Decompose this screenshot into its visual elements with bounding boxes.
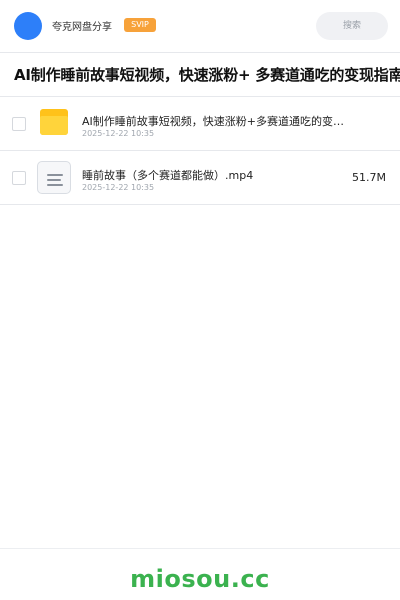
file-list: AI制作睡前故事短视频，快速涨粉+多赛道通吃的变现指南 2025-12-22 1…: [0, 96, 400, 205]
select-checkbox[interactable]: [12, 171, 26, 185]
header-bar: 夸克网盘分享 SVIP 搜索: [0, 0, 400, 53]
file-date: 2025-12-22 10:35: [82, 183, 155, 192]
share-username: 夸克网盘分享: [52, 22, 112, 33]
search-input[interactable]: 搜索: [316, 12, 388, 40]
site-brand[interactable]: miosou.cc: [0, 565, 400, 593]
footer: miosou.cc: [0, 548, 400, 600]
file-date: 2025-12-22 10:35: [82, 129, 155, 138]
list-item-file[interactable]: 睡前故事（多个赛道都能做）.mp4 2025-12-22 10:35 51.7M: [0, 151, 400, 205]
svip-badge: SVIP: [124, 18, 156, 32]
list-item-folder[interactable]: AI制作睡前故事短视频，快速涨粉+多赛道通吃的变现指南 2025-12-22 1…: [0, 97, 400, 151]
file-name[interactable]: AI制作睡前故事短视频，快速涨粉+多赛道通吃的变现指南: [82, 113, 354, 129]
page-title: AI制作睡前故事短视频，快速涨粉+ 多赛道通吃的变现指南: [14, 66, 400, 84]
file-size: 51.7M: [352, 171, 386, 184]
folder-icon: [40, 109, 68, 135]
file-name[interactable]: 睡前故事（多个赛道都能做）.mp4: [82, 167, 354, 183]
avatar[interactable]: [14, 12, 42, 40]
select-checkbox[interactable]: [12, 117, 26, 131]
document-icon: [37, 161, 71, 194]
